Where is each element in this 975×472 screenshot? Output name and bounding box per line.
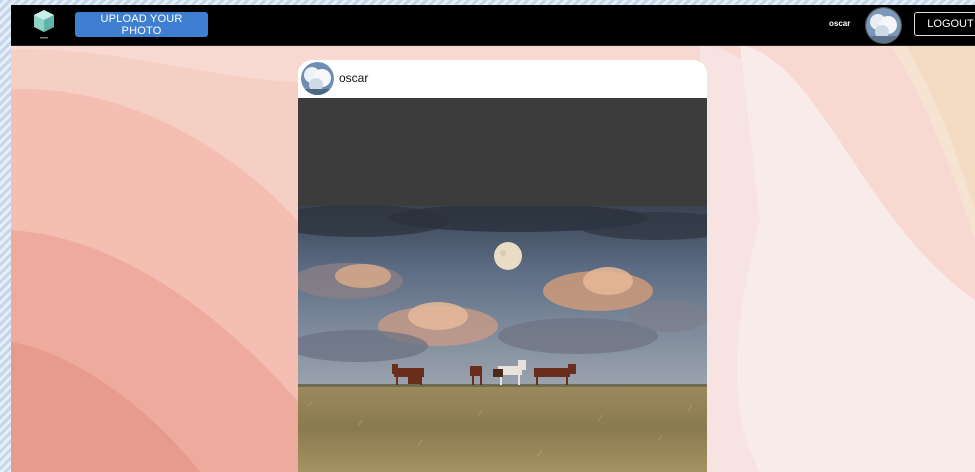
navbar: UPLOAD YOUR PHOTO oscar LOGOUT	[11, 5, 975, 46]
photo-loading-band	[298, 98, 707, 206]
post-photo[interactable]	[298, 206, 707, 472]
post-avatar[interactable]	[301, 62, 334, 95]
logout-button[interactable]: LOGOUT	[914, 12, 975, 36]
upload-photo-button[interactable]: UPLOAD YOUR PHOTO	[75, 12, 208, 37]
left-edge-strip	[0, 0, 11, 472]
nav-username[interactable]: oscar	[829, 19, 850, 28]
user-avatar[interactable]	[865, 7, 902, 44]
post-card: oscar	[298, 60, 707, 472]
post-header: oscar	[298, 60, 707, 98]
post-username[interactable]: oscar	[339, 71, 368, 85]
hexagon-logo-icon[interactable]	[32, 8, 56, 44]
